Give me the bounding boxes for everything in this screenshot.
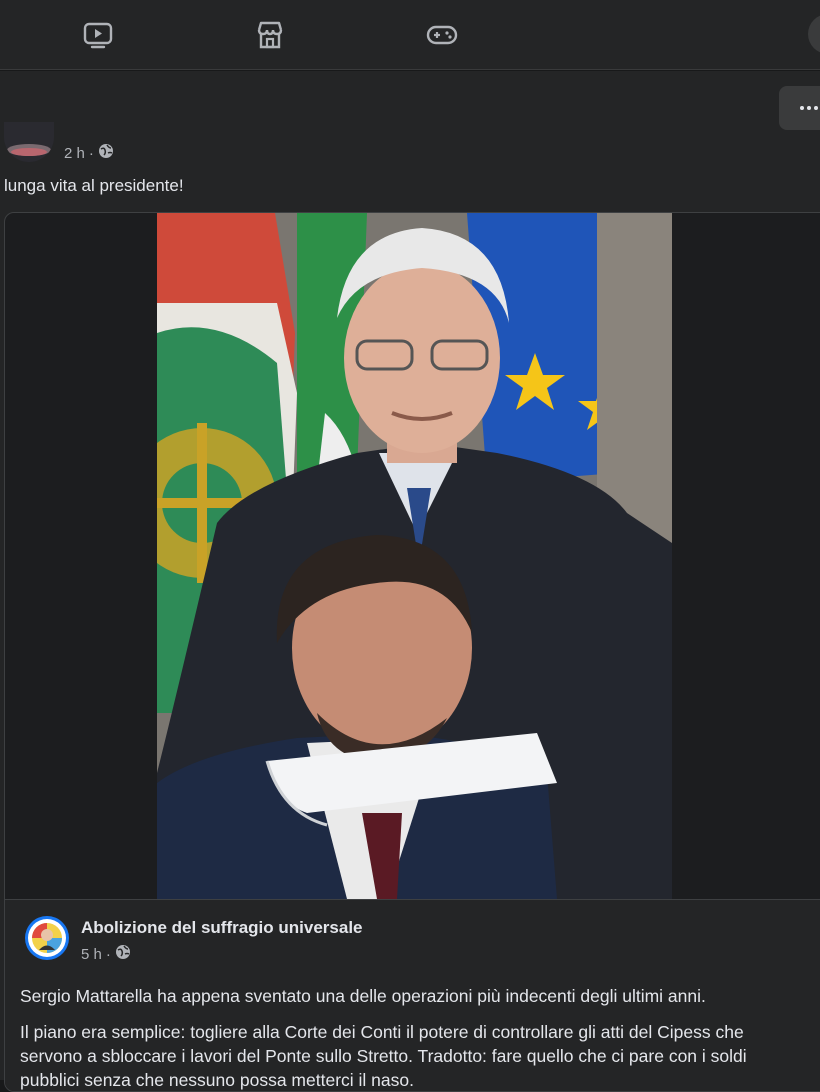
shared-paragraph-2: Il piano era semplice: togliere alla Cor… xyxy=(20,1022,747,1090)
marketplace-icon[interactable] xyxy=(253,18,287,52)
top-navigation-bar xyxy=(0,0,820,70)
video-watch-icon[interactable] xyxy=(81,18,115,52)
page-name-link[interactable]: Abolizione del suffragio universale xyxy=(81,918,363,938)
gaming-icon[interactable] xyxy=(425,18,459,52)
meta-separator: · xyxy=(88,144,94,162)
globe-icon xyxy=(98,143,114,163)
meta-separator: · xyxy=(105,945,111,963)
shared-post-meta: 5 h · xyxy=(81,944,131,964)
shared-post-card[interactable]: Abolizione del suffragio universale 5 h … xyxy=(4,212,820,1092)
shared-paragraph-1: Sergio Mattarella ha appena sventato una… xyxy=(20,986,706,1006)
globe-icon xyxy=(115,944,131,964)
shared-photo[interactable] xyxy=(157,213,672,899)
more-options-button[interactable] xyxy=(779,86,820,130)
dot-icon xyxy=(800,106,804,110)
dot-icon xyxy=(807,106,811,110)
post-meta: 2 h · xyxy=(64,143,114,163)
shared-post-footer: Abolizione del suffragio universale 5 h … xyxy=(5,899,820,1091)
post-text: lunga vita al presidente! xyxy=(4,176,184,195)
page-avatar[interactable] xyxy=(25,916,69,960)
dot-icon xyxy=(814,106,818,110)
shared-post-timestamp[interactable]: 5 h xyxy=(81,946,102,963)
account-button[interactable] xyxy=(808,14,820,54)
post-timestamp[interactable]: 2 h xyxy=(64,145,85,162)
